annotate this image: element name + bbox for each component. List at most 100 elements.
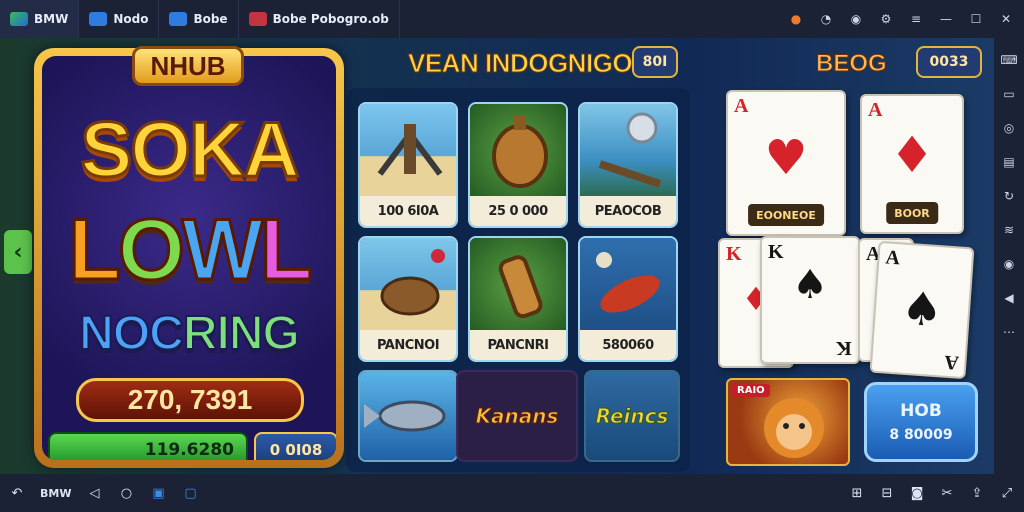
balance-chip[interactable]: 0 0I08	[254, 432, 336, 460]
tile-caption: 25 0 000	[470, 196, 566, 226]
game-tile[interactable]: 580060	[578, 236, 678, 362]
cannon-icon	[470, 238, 566, 332]
scissors-icon[interactable]: ✂	[938, 484, 956, 502]
hob-value: 8 80009	[889, 427, 953, 443]
headline-2: LOWL	[42, 201, 336, 300]
rotate-icon[interactable]: ↻	[1001, 188, 1017, 204]
keyboard-icon[interactable]: ⌨	[1000, 52, 1017, 68]
boat-icon	[580, 104, 676, 198]
screenshot-icon[interactable]: ◙	[908, 484, 926, 502]
game-tile[interactable]: PANCNRI	[468, 236, 568, 362]
tile-caption: 580060	[580, 330, 676, 360]
tile-caption: PANCNRI	[470, 330, 566, 360]
tab-label: Bobe Pobogro.ob	[272, 12, 389, 26]
tile-caption: 100 6I0A	[360, 196, 456, 226]
balance-bar[interactable]: 119.6280	[48, 432, 248, 460]
spade-icon: ♠	[792, 262, 828, 308]
tab-nodo[interactable]: Nodo	[79, 0, 160, 38]
location-icon[interactable]: ◉	[848, 11, 864, 27]
recent-apps-icon[interactable]: ▣	[149, 484, 167, 502]
screen-icon[interactable]: ▭	[1001, 86, 1017, 102]
headline-2-letter: L	[259, 201, 314, 300]
card-plate: BOOR	[886, 202, 938, 224]
bottom-controls: ⊞ ⊟ ◙ ✂ ⇪ ⤢	[848, 484, 1016, 502]
folder-icon[interactable]: ▤	[1001, 154, 1017, 170]
more-icon[interactable]: ⋯	[1001, 324, 1017, 340]
middle-title: VEAN INDOGNIGO	[407, 48, 633, 79]
kanans-logo: Kanans	[458, 372, 576, 460]
headline-2-letter: L	[67, 201, 122, 300]
headline-3-part: NOC	[78, 306, 185, 361]
left-arrow-button[interactable]: ‹	[4, 230, 32, 274]
minimize-icon[interactable]: —	[938, 11, 954, 27]
barrel-icon	[470, 104, 566, 198]
tab-home[interactable]: BMW	[0, 0, 80, 38]
bottom-bar: ↶ BMW ◁ ○ ▣ ▢ ⊞ ⊟ ◙ ✂ ⇪ ⤢	[0, 474, 1024, 512]
share-icon[interactable]: ⇪	[968, 484, 986, 502]
notification-icon[interactable]: ◔	[818, 11, 834, 27]
playing-card[interactable]: K ♠ K	[760, 236, 860, 364]
back-icon[interactable]: ↶	[8, 484, 26, 502]
close-icon[interactable]: ✕	[998, 11, 1014, 27]
triangle-back-icon[interactable]: ◁	[85, 484, 103, 502]
game-tile[interactable]: PANCNOI	[358, 236, 458, 362]
tab-bobe[interactable]: Bobe	[159, 0, 239, 38]
slot-promo-panel[interactable]: SOKA LOWL NOCRING 270, 7391 119.6280 0 0…	[34, 46, 344, 468]
tab-label: BMW	[34, 12, 69, 26]
right-chip[interactable]: 0033	[916, 46, 982, 78]
game-tile[interactable]: Reincs	[584, 370, 680, 462]
playing-card[interactable]: A ♦ BOOR	[860, 94, 964, 234]
maximize-icon[interactable]: ☐	[968, 11, 984, 27]
crossbow-icon	[360, 104, 456, 198]
top-bar: BMW Nodo Bobe Bobe Pobogro.ob ● ◔ ◉ ⚙ ≡ …	[0, 0, 1024, 38]
record-icon[interactable]: ●	[788, 11, 804, 27]
location-icon[interactable]: ◉	[1001, 256, 1017, 272]
playing-card[interactable]: A ♠ A	[869, 240, 975, 380]
playing-card[interactable]: A ♥ EOONEOE	[726, 90, 846, 236]
emulator-sidebar: ⌨ ▭ ◎ ▤ ↻ ≋ ◉ ◀ ⋯	[994, 38, 1024, 474]
card-rank-bottom: K	[836, 337, 852, 359]
app-logo-icon	[10, 12, 28, 26]
hob-label: HOB	[900, 401, 942, 421]
shake-icon[interactable]: ≋	[1001, 222, 1017, 238]
fish-icon	[360, 372, 456, 460]
card-plate: EOONEOE	[748, 204, 824, 226]
hob-button[interactable]: HOB 8 80009	[864, 382, 978, 462]
multi-window-icon[interactable]: ▢	[181, 484, 199, 502]
card-rank-bottom: A	[943, 350, 960, 374]
settings-icon[interactable]: ⚙	[878, 11, 894, 27]
card-rank: A	[868, 99, 883, 121]
headline-1: SOKA	[79, 104, 301, 195]
game-tile[interactable]: PEAOCOB	[578, 102, 678, 228]
apk-icon[interactable]: ⊟	[878, 484, 896, 502]
right-title: BEOG	[816, 50, 888, 78]
lobster-icon	[580, 238, 676, 332]
slot-promo-inner: SOKA LOWL NOCRING 270, 7391 119.6280 0 0…	[42, 56, 336, 460]
bottom-label: BMW	[40, 486, 72, 500]
window-icon	[169, 12, 188, 26]
headline-2-letter: W	[180, 201, 264, 300]
volume-icon[interactable]: ◀	[1001, 290, 1017, 306]
home-icon[interactable]: ○	[117, 484, 135, 502]
menu-icon[interactable]: ≡	[908, 11, 924, 27]
gamepad-icon[interactable]: ⊞	[848, 484, 866, 502]
middle-chip[interactable]: 80I	[632, 46, 678, 78]
window-icon	[89, 12, 108, 26]
lion-game-card[interactable]: RAIO	[726, 378, 850, 466]
tab-label: Nodo	[113, 12, 149, 26]
spade-icon: ♠	[899, 280, 945, 338]
tab-bobe-pobogro[interactable]: Bobe Pobogro.ob	[239, 0, 400, 38]
game-tile[interactable]: 100 6I0A	[358, 102, 458, 228]
fullscreen-icon[interactable]: ⤢	[998, 484, 1016, 502]
camera-icon[interactable]: ◎	[1001, 120, 1017, 136]
game-tile[interactable]: 25 0 000	[468, 102, 568, 228]
game-tile[interactable]: Kanans	[456, 370, 578, 462]
game-tile[interactable]	[358, 370, 458, 462]
heart-icon: ♥	[764, 130, 808, 186]
tile-caption: PEAOCOB	[580, 196, 676, 226]
headline-2-letter: O	[116, 201, 186, 300]
headline-3: NOCRING	[42, 306, 336, 361]
card-rank: A	[734, 95, 749, 117]
game-area: ‹ SOKA LOWL NOCRING 270, 7391 119.6280 0…	[0, 38, 994, 474]
tile-caption: Kanans	[475, 404, 559, 429]
